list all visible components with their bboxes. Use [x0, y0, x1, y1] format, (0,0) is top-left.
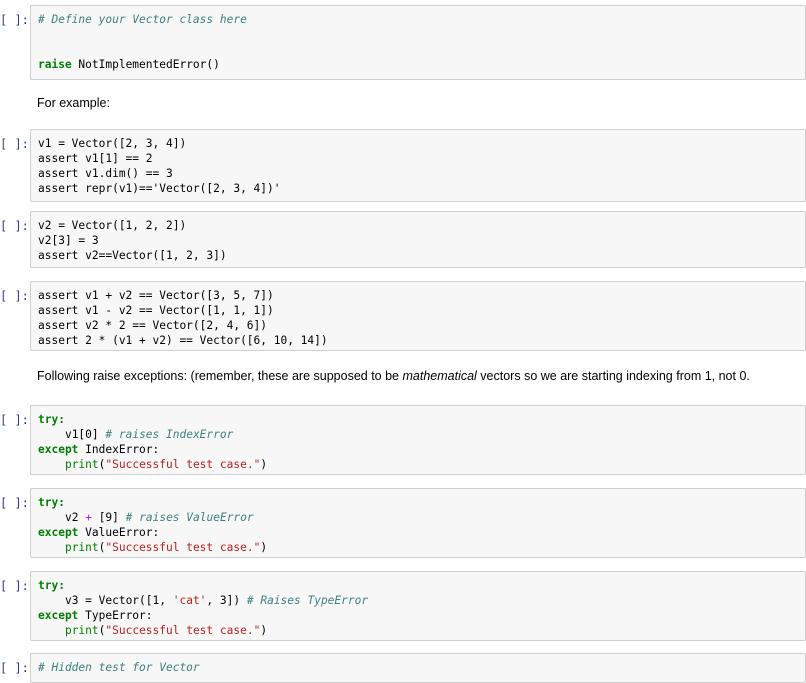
code-cell-value-error[interactable]: [ ]: try: v2 + [9] # raises ValueError e… — [0, 488, 806, 558]
cell-prompt: [ ]: — [0, 413, 29, 427]
code-cell-v1-tests[interactable]: [ ]: v1 = Vector([2, 3, 4]) assert v1[1]… — [0, 129, 806, 202]
cell-prompt: [ ]: — [0, 13, 29, 27]
code-cell-hidden-test[interactable]: [ ]: # Hidden test for Vector — [0, 653, 806, 683]
code-input-area[interactable]: try: v3 = Vector([1, 'cat', 3]) # Raises… — [30, 571, 806, 641]
code-text: # Hidden test for Vector — [38, 661, 200, 674]
code-cell-type-error[interactable]: [ ]: try: v3 = Vector([1, 'cat', 3]) # R… — [0, 571, 806, 641]
cell-prompt: [ ]: — [0, 496, 29, 510]
markdown-exceptions-note: Following raise exceptions: (remember, t… — [37, 369, 750, 383]
cell-prompt: [ ]: — [0, 579, 29, 593]
markdown-for-example: For example: — [37, 96, 110, 110]
code-text: v1 = Vector([2, 3, 4]) assert v1[1] == 2… — [38, 137, 281, 195]
code-text: try: v1[0] # raises IndexError except In… — [38, 413, 268, 471]
code-input-area[interactable]: try: v1[0] # raises IndexError except In… — [30, 405, 806, 475]
code-text: try: v3 = Vector([1, 'cat', 3]) # Raises… — [38, 579, 369, 637]
code-cell-index-error[interactable]: [ ]: try: v1[0] # raises IndexError exce… — [0, 405, 806, 475]
code-input-area[interactable]: v2 = Vector([1, 2, 2]) v2[3] = 3 assert … — [30, 211, 806, 268]
code-input-area[interactable]: assert v1 + v2 == Vector([3, 5, 7]) asse… — [30, 281, 806, 351]
cell-prompt: [ ]: — [0, 219, 29, 233]
cell-prompt: [ ]: — [0, 289, 29, 303]
code-input-area[interactable]: try: v2 + [9] # raises ValueError except… — [30, 488, 806, 558]
code-text: assert v1 + v2 == Vector([3, 5, 7]) asse… — [38, 289, 328, 347]
code-input-area[interactable]: # Define your Vector class here raise No… — [30, 5, 806, 80]
code-input-area[interactable]: # Hidden test for Vector — [30, 653, 806, 683]
cell-prompt: [ ]: — [0, 661, 29, 675]
code-text: # Define your Vector class here raise No… — [38, 13, 247, 71]
code-text: v2 = Vector([1, 2, 2]) v2[3] = 3 assert … — [38, 219, 227, 262]
code-text: try: v2 + [9] # raises ValueError except… — [38, 496, 268, 554]
code-cell-define-vector[interactable]: [ ]: # Define your Vector class here rai… — [0, 5, 806, 80]
cell-prompt: [ ]: — [0, 137, 29, 151]
code-input-area[interactable]: v1 = Vector([2, 3, 4]) assert v1[1] == 2… — [30, 129, 806, 202]
code-cell-v2-tests[interactable]: [ ]: v2 = Vector([1, 2, 2]) v2[3] = 3 as… — [0, 211, 806, 268]
code-cell-arithmetic-tests[interactable]: [ ]: assert v1 + v2 == Vector([3, 5, 7])… — [0, 281, 806, 351]
